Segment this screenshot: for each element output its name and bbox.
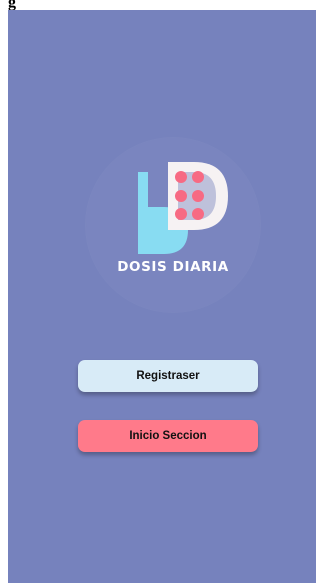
app-screen: DOSIS DIARIA Registraser Inicio Seccion	[8, 10, 316, 583]
register-button[interactable]: Registraser	[78, 360, 258, 392]
app-logo: DOSIS DIARIA	[86, 138, 260, 312]
pill-d-logo-icon	[138, 162, 228, 254]
app-name-logo-text: DOSIS DIARIA	[117, 259, 229, 275]
login-button[interactable]: Inicio Seccion	[78, 420, 258, 452]
